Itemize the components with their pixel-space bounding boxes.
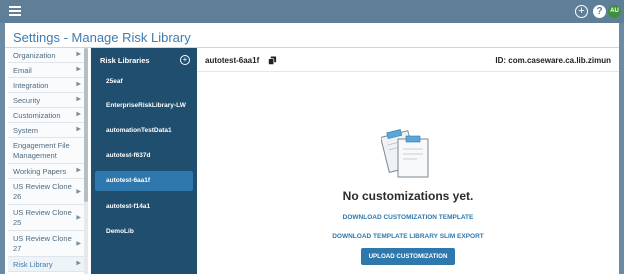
library-detail: autotest-6aa1f ID: com.caseware.ca.lib.z…	[197, 48, 619, 274]
nav-item-label: US Review Clone 26	[13, 182, 72, 201]
nav-item-us-review-clone-27[interactable]: US Review Clone 27 ▶	[8, 231, 87, 257]
add-circle-icon[interactable]: +	[575, 5, 588, 18]
nav-item-email[interactable]: Email ▶	[8, 63, 87, 78]
library-id: ID: com.caseware.ca.lib.zimun	[495, 56, 611, 65]
nav-item-risk-library[interactable]: Risk Library ▶	[8, 257, 87, 272]
library-item[interactable]: autotest-f637d	[95, 146, 193, 166]
nav-item-label: Risk Library	[13, 260, 53, 269]
nav-item-label: Security	[13, 96, 41, 105]
empty-state-title: No customizations yet.	[342, 189, 474, 203]
chevron-right-icon: ▶	[76, 214, 81, 221]
nav-item-customization[interactable]: Customization ▶	[8, 108, 87, 123]
chevron-right-icon: ▶	[76, 81, 81, 88]
download-export-link[interactable]: DOWNLOAD TEMPLATE LIBRARY SLIM EXPORT	[197, 233, 619, 240]
nav-item-label: US Review Clone 27	[13, 234, 72, 253]
nav-scroll-thumb[interactable]	[84, 48, 88, 202]
library-item[interactable]: EnterpriseRiskLibrary-LW	[95, 96, 193, 116]
chevron-right-icon: ▶	[76, 188, 81, 195]
nav-item-label: Customization	[13, 111, 61, 120]
nav-item-integration[interactable]: Integration ▶	[8, 78, 87, 93]
chevron-right-icon: ▶	[76, 96, 81, 103]
nav-item-label: Integration	[13, 81, 49, 90]
page-title: Settings - Manage Risk Library	[13, 30, 191, 45]
chevron-right-icon: ▶	[76, 66, 81, 73]
library-item[interactable]: autotest-f14a1	[95, 197, 193, 217]
nav-item-label: Organization	[13, 51, 56, 60]
chevron-right-icon: ▶	[76, 51, 81, 58]
chevron-right-icon: ▶	[76, 167, 81, 174]
library-item[interactable]: 25eaf	[95, 72, 193, 92]
risk-libraries-header: Risk Libraries	[100, 56, 150, 65]
chevron-right-icon: ▶	[76, 126, 81, 133]
nav-item-us-review-clone-26[interactable]: US Review Clone 26 ▶	[8, 179, 87, 205]
chevron-right-icon: ▶	[76, 260, 81, 267]
nav-item-system[interactable]: System ▶	[8, 123, 87, 138]
add-library-icon[interactable]: +	[180, 55, 190, 65]
nav-item-us-review-clone-25[interactable]: US Review Clone 25 ▶	[8, 205, 87, 231]
nav-scrollbar[interactable]	[84, 48, 88, 274]
library-name: autotest-6aa1f	[205, 56, 260, 65]
settings-panel: Settings - Manage Risk Library Organizat…	[5, 23, 619, 274]
copy-icon[interactable]	[268, 56, 277, 65]
library-item[interactable]: automationTestData1	[95, 121, 193, 141]
library-item[interactable]: DemoLib	[95, 222, 193, 242]
detail-header: autotest-6aa1f ID: com.caseware.ca.lib.z…	[197, 48, 619, 72]
user-avatar[interactable]: AU	[608, 5, 621, 18]
download-template-link[interactable]: DOWNLOAD CUSTOMIZATION TEMPLATE	[197, 214, 619, 221]
clipboard-documents-icon	[381, 129, 429, 178]
nav-item-label: System	[13, 126, 39, 135]
library-item-selected[interactable]: autotest-6aa1f	[95, 171, 193, 191]
chevron-right-icon: ▶	[76, 240, 81, 247]
nav-item-working-papers[interactable]: Working Papers ▶	[8, 164, 87, 179]
nav-item-label: Working Papers	[13, 167, 67, 176]
nav-item-security[interactable]: Security ▶	[8, 93, 87, 108]
risk-libraries-panel: Risk Libraries + 25eaf EnterpriseRiskLib…	[91, 48, 197, 274]
chevron-right-icon: ▶	[76, 111, 81, 118]
nav-item-label: Engagement File Management	[13, 141, 70, 160]
upload-customization-button[interactable]: UPLOAD CUSTOMIZATION	[361, 248, 455, 265]
help-icon[interactable]: ?	[593, 5, 606, 18]
nav-item-organization[interactable]: Organization ▶	[8, 48, 87, 63]
nav-item-label: Email	[13, 66, 32, 75]
settings-nav: Organization ▶ Email ▶ Integration ▶ Sec…	[8, 48, 87, 274]
hamburger-menu-icon[interactable]	[9, 6, 21, 16]
app-top-bar: + ? AU	[0, 0, 624, 23]
nav-item-label: US Review Clone 25	[13, 208, 72, 227]
nav-item-engagement-file-management[interactable]: Engagement File Management	[8, 138, 87, 164]
